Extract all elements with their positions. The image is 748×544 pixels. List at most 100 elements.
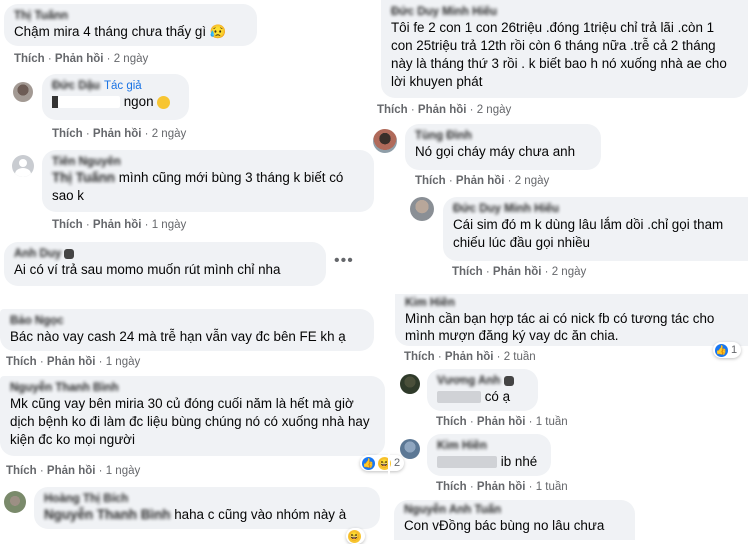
like-link[interactable]: Thích: [415, 175, 446, 187]
like-reaction-icon: 👍: [715, 343, 728, 357]
avatar[interactable]: [4, 491, 26, 513]
reply-link[interactable]: Phản hồi: [418, 104, 467, 116]
reply-link[interactable]: Phản hồi: [456, 175, 505, 187]
comment-text: Con vĐồng bác bùng no lâu chưa: [404, 518, 605, 533]
haha-reaction-icon: 😆: [348, 529, 361, 543]
like-link[interactable]: Thích: [52, 219, 83, 231]
comment-time[interactable]: 2 ngày: [477, 104, 512, 116]
comment-time[interactable]: 2 ngày: [515, 175, 550, 187]
like-link[interactable]: Thích: [436, 416, 467, 428]
comment-author[interactable]: Tiên Nguyên: [52, 155, 364, 169]
mention-link[interactable]: Nguyễn Thanh Bình: [44, 507, 170, 522]
comment-text: ib nhé: [500, 454, 538, 469]
like-link[interactable]: Thích: [6, 465, 37, 477]
comment-author[interactable]: Kim Hiền: [437, 439, 541, 453]
comment-text: Cái sim đó m k dùng lâu lắm dồi .chỉ gọi…: [453, 217, 724, 250]
comment-actions: Thích · Phản hồi · 1 ngày: [6, 465, 141, 477]
avatar[interactable]: [13, 82, 33, 102]
comment-text: Chậm mira 4 tháng chưa thấy gì 😥: [14, 24, 227, 39]
like-link[interactable]: Thích: [14, 53, 45, 65]
author-badge: Tác giả: [103, 80, 142, 92]
reply-link[interactable]: Phản hồi: [477, 416, 526, 428]
comment-author[interactable]: Bảo Ngọc: [10, 314, 364, 328]
comment-actions: Thích · Phản hồi · 2 ngày: [52, 128, 187, 140]
comment-bubble: Tiên Nguyên Thị Tuấnn mình cũng mới bùng…: [42, 150, 374, 212]
avatar[interactable]: [400, 439, 420, 459]
comment-text: Tôi fe 2 con 1 con 26triệu .đóng 1triệu …: [391, 20, 727, 89]
comment-time[interactable]: 1 tuần: [536, 416, 568, 428]
comment-bubble: Thị Tuấnn Chậm mira 4 tháng chưa thấy gì…: [4, 4, 257, 46]
avatar[interactable]: [400, 374, 420, 394]
comment-time[interactable]: 1 ngày: [106, 465, 141, 477]
default-avatar-body: [15, 168, 31, 177]
redaction-mask: [58, 96, 120, 109]
like-link[interactable]: Thích: [436, 481, 467, 493]
comment-author[interactable]: Hoàng Thị Bích: [44, 492, 370, 506]
comment-text: có ạ: [484, 389, 511, 404]
comment-time[interactable]: 1 tuần: [536, 481, 568, 493]
mention-link[interactable]: Thị Tuấnn: [52, 170, 115, 185]
comment-text: ngon: [123, 94, 154, 109]
comment-time[interactable]: 2 ngày: [152, 128, 187, 140]
comment-bubble: Đức Dậu Tác giả ngon: [42, 74, 189, 120]
comment-bubble: Đức Duy Minh Hiếu Cái sim đó m k dùng lâ…: [443, 197, 748, 261]
like-reaction-icon: 👍: [362, 456, 375, 470]
emoji-icon: [157, 95, 171, 109]
like-link[interactable]: Thích: [377, 104, 408, 116]
reply-link[interactable]: Phản hồi: [493, 266, 542, 278]
comment-actions: Thích · Phản hồi · 1 tuần: [436, 481, 568, 493]
comment-author[interactable]: Vương Anh: [437, 375, 500, 387]
avatar[interactable]: [373, 129, 397, 153]
like-link[interactable]: Thích: [52, 128, 83, 140]
comment-bubble: Kim Hiền ib nhé: [427, 434, 551, 476]
reply-link[interactable]: Phản hồi: [93, 219, 142, 231]
reply-link[interactable]: Phản hồi: [47, 356, 96, 368]
comment-author[interactable]: Nguyễn Anh Tuấn: [404, 503, 625, 517]
comment-author[interactable]: Nguyễn Thanh Bình: [10, 381, 375, 395]
comment-time[interactable]: 2 ngày: [114, 53, 149, 65]
redaction-mask: [437, 391, 481, 404]
reply-link[interactable]: Phản hồi: [55, 53, 104, 65]
more-options-icon[interactable]: •••: [334, 252, 354, 270]
comment-actions: Thích · Phản hồi · 1 ngày: [52, 219, 187, 231]
comment-bubble: Anh Duy Ai có ví trả sau momo muốn rút m…: [4, 242, 326, 286]
reaction-icon[interactable]: 😆: [346, 528, 365, 544]
comment-time[interactable]: 1 ngày: [152, 219, 187, 231]
comment-time[interactable]: 2 ngày: [552, 266, 587, 278]
comment-actions: Thích · Phản hồi · 2 ngày: [452, 266, 587, 278]
comment-bubble: Bảo Ngọc Bác nào vay cash 24 mà trễ hạn …: [0, 309, 374, 351]
avatar[interactable]: [410, 197, 434, 221]
reply-link[interactable]: Phản hồi: [477, 481, 526, 493]
reply-link[interactable]: Phản hồi: [47, 465, 96, 477]
redaction-mask: [437, 456, 497, 469]
like-link[interactable]: Thích: [6, 356, 37, 368]
comment-bubble: Hoàng Thị Bích Nguyễn Thanh Bình haha c …: [34, 487, 380, 529]
comment-author[interactable]: Đức Duy Minh Hiếu: [453, 202, 738, 216]
comment-author[interactable]: Anh Duy: [14, 248, 61, 260]
comment-bubble: Đức Duy Minh Hiếu Tôi fe 2 con 1 con 26t…: [381, 0, 748, 98]
comment-time[interactable]: 2 tuần: [504, 351, 536, 363]
reaction-count[interactable]: 👍 1: [713, 342, 742, 358]
comment-text: Nó gọi cháy máy chưa anh: [415, 144, 576, 159]
reply-link[interactable]: Phản hồi: [445, 351, 494, 363]
hand-icon: [503, 375, 514, 386]
comment-author[interactable]: Đức Dậu: [52, 80, 100, 92]
like-link[interactable]: Thích: [452, 266, 483, 278]
reply-link[interactable]: Phản hồi: [93, 128, 142, 140]
comment-text: Ai có ví trả sau momo muốn rút mình chỉ …: [14, 262, 281, 277]
avatar[interactable]: [12, 155, 34, 177]
comment-author[interactable]: Tùng Đình: [415, 129, 591, 143]
comment-bubble: Nguyễn Anh Tuấn Con vĐồng bác bùng no lâ…: [394, 500, 635, 540]
comment-author[interactable]: Đức Duy Minh Hiếu: [391, 5, 738, 19]
reaction-count[interactable]: 👍 😆 2: [360, 455, 405, 471]
like-link[interactable]: Thích: [404, 351, 435, 363]
comment-bubble: Vương Anh có ạ: [427, 369, 538, 411]
comment-actions: Thích · Phản hồi · 2 ngày: [14, 53, 149, 65]
comment-actions: Thích · Phản hồi · 2 tuần: [404, 351, 536, 363]
comment-actions: Thích · Phản hồi · 2 ngày: [377, 104, 512, 116]
comment-author[interactable]: Thị Tuấnn: [14, 9, 247, 23]
comment-bubble: Nguyễn Thanh Bình Mk cũng vay bên miria …: [0, 376, 385, 456]
comment-text: haha c cũng vào nhóm này à: [174, 507, 347, 522]
comment-time[interactable]: 1 ngày: [106, 356, 141, 368]
comment-author[interactable]: Kim Hiền: [405, 296, 738, 310]
